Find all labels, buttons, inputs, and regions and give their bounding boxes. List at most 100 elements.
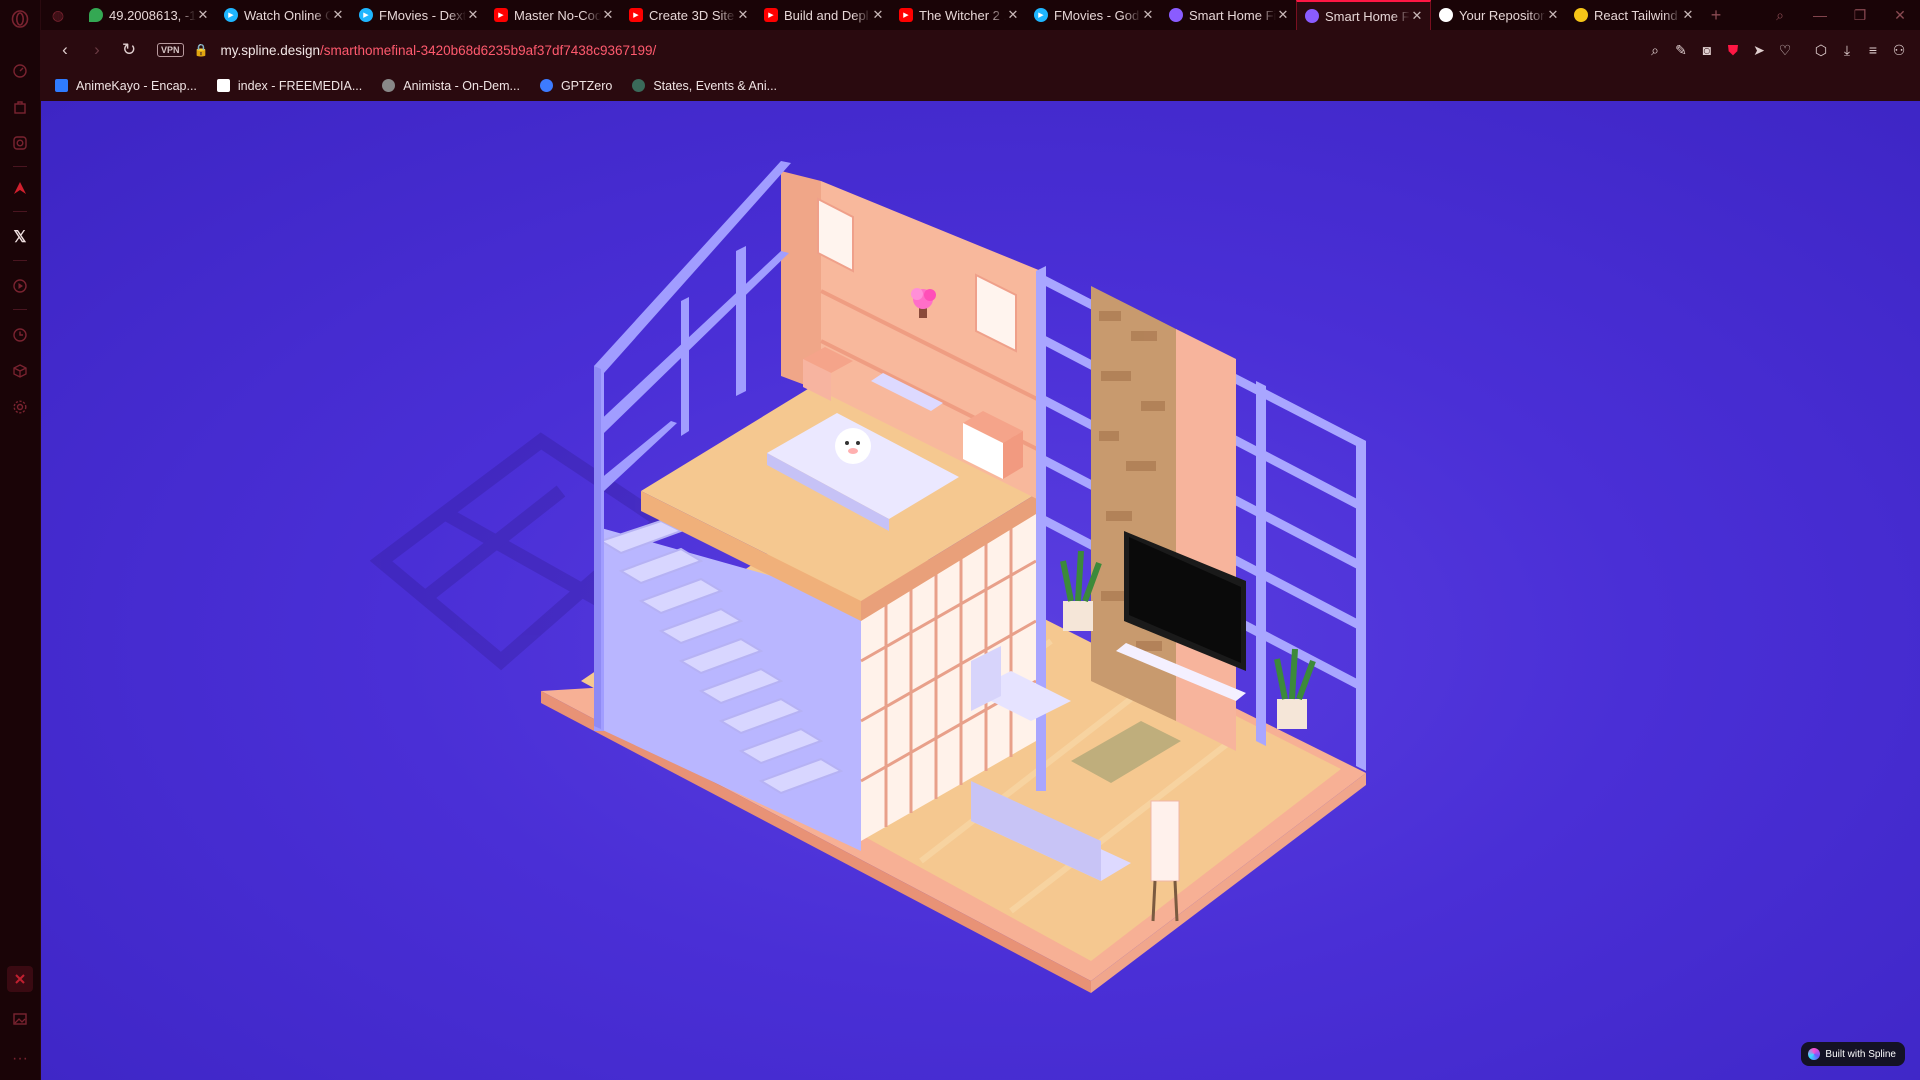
extensions-icon[interactable]: ⬡ [1808,42,1834,59]
tab-close-icon[interactable]: ✕ [1681,7,1695,23]
url-path: /smarthomefinal-3420b68d6235b9af37df7438… [320,42,657,58]
tab-7[interactable]: ▶ The Witcher 2 ... ✕ [891,0,1026,30]
more-dots-icon[interactable]: ··· [7,1046,33,1072]
play-circle-icon: ▶ [1034,8,1048,22]
tab-9[interactable]: Smart Home Fi...✕ [1161,0,1296,30]
tab-2[interactable]: ▶ Watch Online C...✕ [216,0,351,30]
tab-6[interactable]: ▶ Build and Depl... ✕ [756,0,891,30]
history-clock-icon[interactable] [7,322,33,348]
tab-close-icon[interactable]: ✕ [736,7,750,23]
tab-close-icon[interactable]: ✕ [466,7,480,23]
address-bar: ‹ › ↻ VPN 🔒 my.spline.design/smarthomefi… [41,30,1920,70]
instagram-icon[interactable] [7,130,33,156]
tab-1[interactable]: 49.2008613, -1...✕ [81,0,216,30]
tab-gx-corner[interactable]: ◍ [41,0,81,30]
tab-strip: ◍49.2008613, -1...✕▶Watch Online C...✕▶F… [41,0,1920,30]
bookmark-0[interactable]: AnimeKayo - Encap... [55,79,197,93]
tab-8[interactable]: ▶ FMovies - God... ✕ [1026,0,1161,30]
map-pin-icon [89,8,103,22]
tab-search-icon[interactable]: ⌕ [1760,7,1800,24]
vite-icon [1574,8,1588,22]
smart-home-scene[interactable] [41,101,1920,1080]
github-icon [1439,8,1453,22]
tab-close-icon[interactable]: ✕ [1410,8,1424,24]
states-icon [632,79,646,92]
tab-close-icon[interactable]: ✕ [871,7,885,23]
shopping-bag-icon[interactable] [7,94,33,120]
heart-icon[interactable]: ♡ [1772,42,1798,59]
tab-11[interactable]: Your Repositori...✕ [1431,0,1566,30]
tab-title: Smart Home Fi... [1325,8,1410,24]
tab-3[interactable]: ▶ FMovies - Dext...✕ [351,0,486,30]
tab-close-icon[interactable]: ✕ [1546,7,1560,23]
badge-label: Built with Spline [1825,1048,1896,1060]
image-gallery-icon[interactable] [7,1006,33,1032]
bookmark-label: index - FREEMEDIA... [237,78,363,93]
spline-logo-icon [1808,1048,1821,1060]
zoom-search-icon[interactable]: ⌕ [1642,42,1668,59]
built-with-spline-badge[interactable]: Built with Spline [1801,1042,1905,1066]
tab-title: The Witcher 2 ... [919,7,1006,23]
lock-icon[interactable]: 🔒 [194,43,209,57]
tab-close-icon[interactable]: ✕ [1006,7,1020,23]
youtube-icon: ▶ [629,8,643,22]
bookmark-3[interactable]: GPTZero [539,79,612,93]
aria-ai-icon[interactable] [7,175,33,201]
back-button[interactable]: ‹ [49,40,81,60]
url-field[interactable]: my.spline.design/smarthomefinal-3420b68d… [220,43,656,58]
tab-5[interactable]: ▶ Create 3D Site... ✕ [621,0,756,30]
settings-gear-icon[interactable] [7,394,33,420]
speed-dial-icon[interactable] [7,58,33,84]
camera-icon[interactable]: ◙ [1694,42,1720,58]
browser-window: 𝕏 ··· ◍49.2008613, -1...✕▶Watch Online C… [0,0,1920,1080]
bookmark-label: Animista - On-Dem... [403,78,520,93]
tab-close-icon[interactable]: ✕ [331,7,345,23]
x-twitter-icon[interactable]: 𝕏 [7,224,33,250]
minimize-button[interactable]: — [1800,7,1840,23]
tab-close-icon[interactable]: ✕ [196,7,210,23]
animekayo-icon [55,79,68,92]
opera-logo-icon[interactable] [7,6,33,32]
tab-title: Watch Online C... [244,7,331,23]
tab-close-icon[interactable]: ✕ [601,7,615,23]
bookmark-4[interactable]: States, Events & Ani... [632,79,777,93]
close-window-button[interactable]: ✕ [1880,7,1920,24]
new-tab-button[interactable]: + [1701,0,1731,30]
bookmark-2[interactable]: Animista - On-Dem... [382,79,520,93]
tab-title: FMovies - Dext... [379,7,466,23]
extensions-cube-icon[interactable] [7,358,33,384]
restore-button[interactable]: ❐ [1840,7,1880,24]
tab-10[interactable]: Smart Home Fi...✕ [1296,0,1431,30]
sidebar: 𝕏 ··· [0,0,41,1080]
bookmark-label: AnimeKayo - Encap... [76,78,197,93]
toolbar-actions: ⌕ ✎ ◙ ⛊ ➤ ♡ ⬡ ⤓ ≡ ⚇ [1642,30,1912,70]
adblock-shield-icon[interactable]: ⛊ [1720,42,1746,59]
player-icon[interactable] [7,273,33,299]
tab-close-icon[interactable]: ✕ [1276,7,1290,23]
youtube-icon: ▶ [494,8,508,22]
bookmarks-bar: AnimeKayo - Encap... index - FREEMEDIA...… [41,70,1920,101]
spline-3d-viewport[interactable]: Built with Spline [41,101,1920,1080]
reload-button[interactable]: ↻ [113,40,145,60]
gptzero-icon [539,79,553,92]
play-circle-icon: ▶ [359,8,373,22]
pinboard-icon[interactable] [7,966,33,992]
vpn-badge[interactable]: VPN [157,43,184,57]
edit-icon[interactable]: ✎ [1668,42,1694,59]
youtube-icon: ▶ [764,8,778,22]
profile-icon[interactable]: ⚇ [1886,42,1912,59]
tab-12[interactable]: React Tailwind ...✕ [1566,0,1701,30]
download-icon[interactable]: ⤓ [1834,42,1860,59]
bookmark-1[interactable]: index - FREEMEDIA... [216,78,363,93]
tab-title: 49.2008613, -1... [109,7,196,23]
tab-4[interactable]: ▶ Master No-Cod...✕ [486,0,621,30]
tab-close-icon[interactable]: ✕ [1141,7,1155,23]
tab-title: Create 3D Site... [649,7,736,23]
forward-button[interactable]: › [81,40,113,60]
easy-setup-icon[interactable]: ≡ [1860,42,1886,58]
play-circle-icon: ▶ [224,8,238,22]
tab-title: React Tailwind ... [1594,7,1681,23]
bookmark-label: States, Events & Ani... [653,78,778,93]
spline-icon [1305,9,1319,23]
send-icon[interactable]: ➤ [1746,42,1772,59]
